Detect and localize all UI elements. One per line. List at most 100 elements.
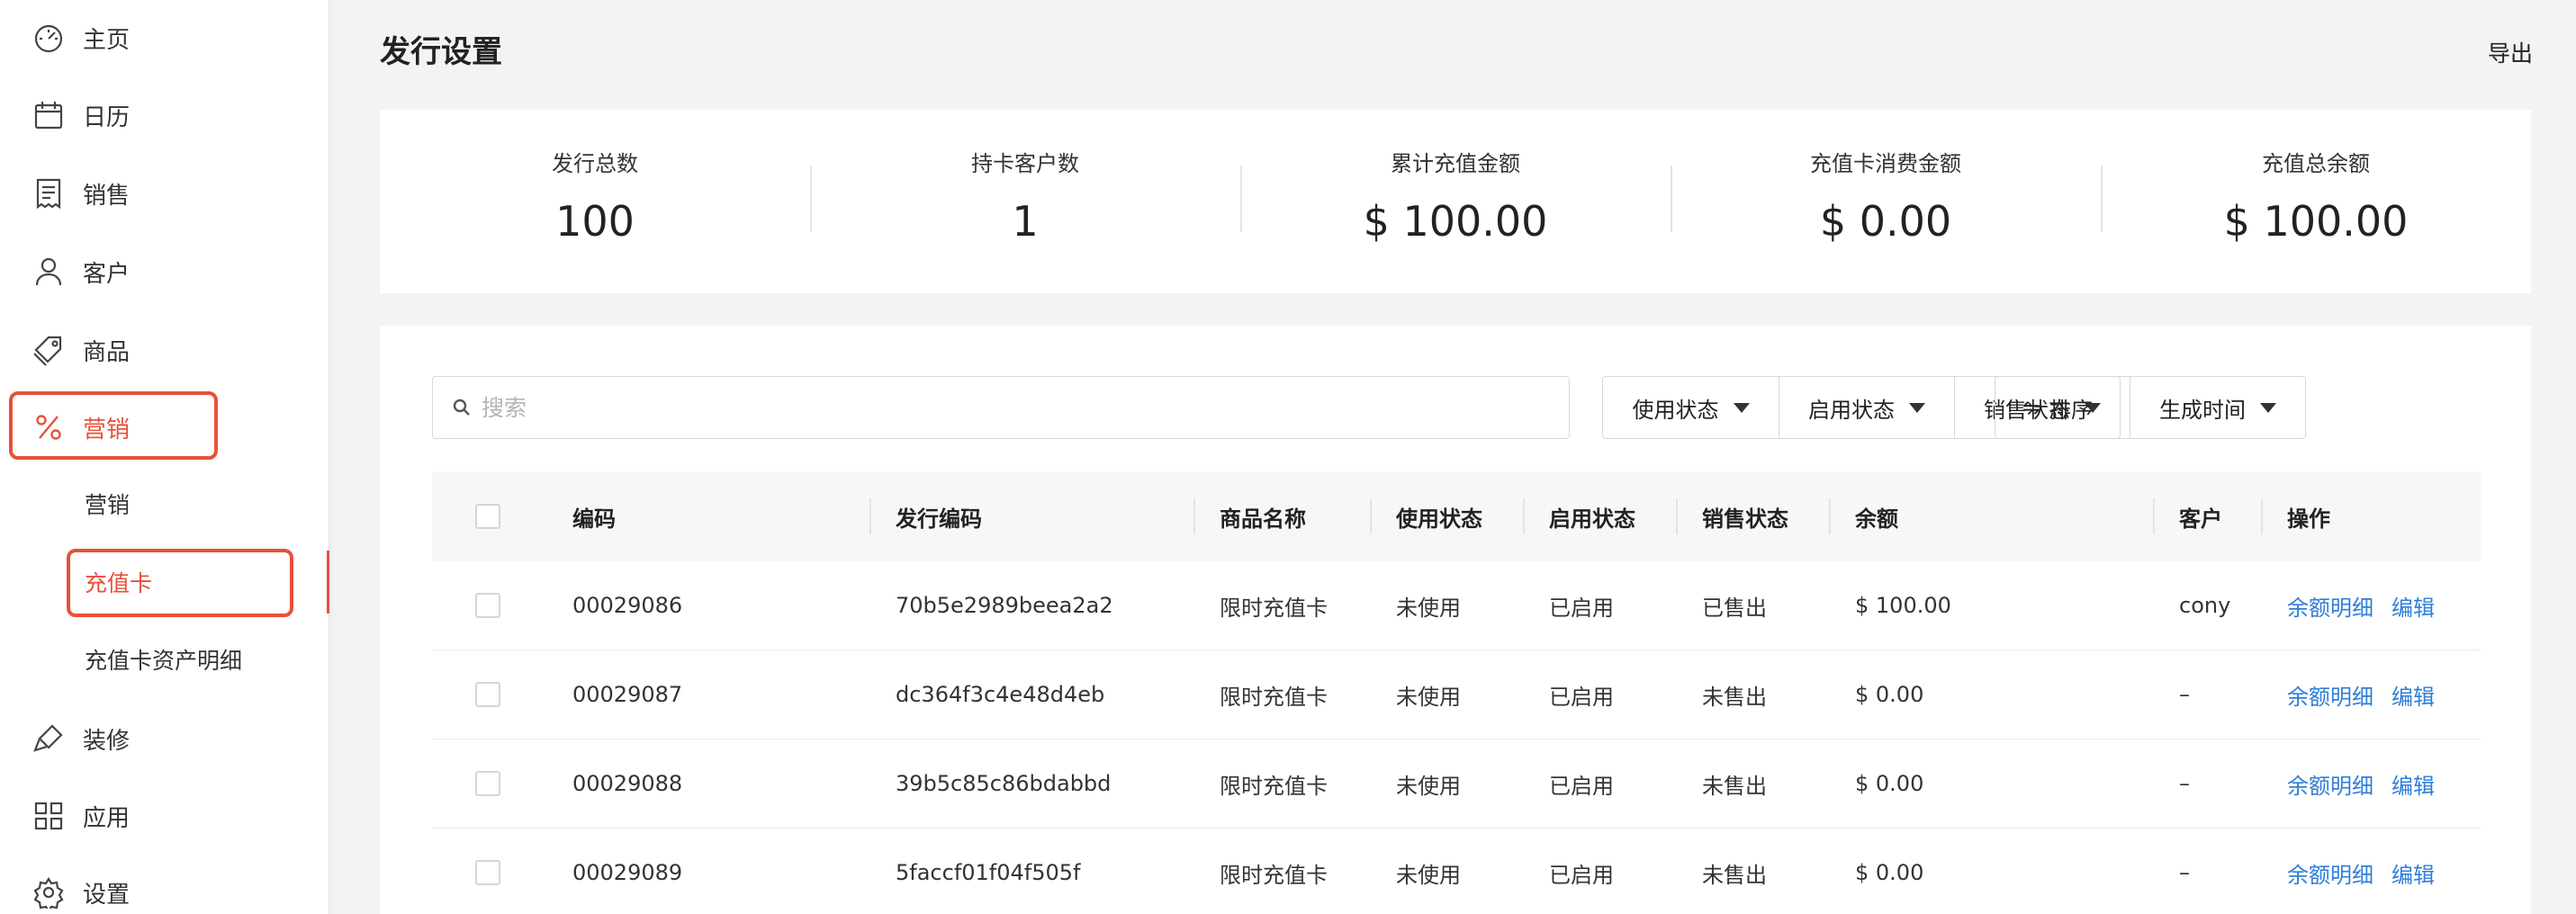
header-product: 商品名称 [1220, 506, 1306, 532]
cell-sale-status: 未售出 [1702, 862, 1767, 888]
cell-product: 限时充值卡 [1220, 684, 1328, 710]
select-all-checkbox[interactable] [475, 504, 500, 529]
sidebar-item-products[interactable]: 商品 [32, 323, 130, 377]
row-select-cell [475, 829, 500, 914]
cell-balance: $ 0.00 [1855, 860, 1924, 885]
cell-issue-code: 5faccf01f04f505f [896, 860, 1081, 885]
balance-detail-link[interactable]: 余额明细 [2287, 857, 2373, 889]
header-code: 编码 [572, 506, 616, 532]
sidebar-item-settings[interactable]: 设置 [32, 865, 130, 914]
sidebar-item-label: 设置 [83, 881, 131, 909]
header-balance: 余额 [1855, 506, 1898, 532]
column-divider [869, 498, 871, 534]
cell-balance: $ 100.00 [1855, 593, 1951, 618]
filter-use-status[interactable]: 使用状态 [1603, 377, 1779, 438]
cell-use-status: 未使用 [1396, 773, 1461, 799]
header-sale-status: 销售状态 [1702, 506, 1788, 532]
balance-detail-link[interactable]: 余额明细 [2287, 679, 2373, 711]
cell-use-status: 未使用 [1396, 595, 1461, 621]
search-input[interactable] [482, 394, 1544, 421]
sort-icon: ⇋ [2022, 395, 2041, 420]
stat-label: 累计充值金额 [1391, 151, 1520, 176]
card-list-panel: 使用状态 启用状态 销售状态 生成时间 ⇋ 排序 编码 发行编码 商品名称 [380, 326, 2531, 914]
stat-label: 充值卡消费金额 [1810, 151, 1961, 176]
cell-sale-status: 未售出 [1702, 773, 1767, 799]
cell-code: 00029089 [572, 860, 683, 885]
sidebar-item-decoration[interactable]: 装修 [32, 712, 130, 766]
sort-button[interactable]: ⇋ 排序 [1995, 376, 2121, 439]
sidebar-subitem-recharge-card[interactable]: 充值卡 [85, 560, 152, 605]
sidebar-item-label: 客户 [83, 260, 131, 288]
stat-label: 充值总余额 [2262, 151, 2370, 176]
cell-actions: 余额明细 编辑 [2287, 561, 2453, 650]
dashboard-icon [32, 22, 65, 54]
user-icon [32, 255, 65, 288]
cell-customer: – [2179, 771, 2190, 796]
apps-icon [32, 800, 65, 832]
cell-sale-status: 已售出 [1702, 595, 1767, 621]
cell-balance: $ 0.00 [1855, 771, 1924, 796]
cell-use-status: 未使用 [1396, 684, 1461, 710]
receipt-icon [32, 177, 65, 210]
sidebar-item-sales[interactable]: 销售 [32, 166, 130, 220]
caret-down-icon [2260, 402, 2276, 413]
cell-issue-code: dc364f3c4e48d4eb [896, 682, 1105, 707]
edit-link[interactable]: 编辑 [2391, 590, 2435, 622]
sidebar-item-customers[interactable]: 客户 [32, 245, 130, 299]
sidebar-item-marketing[interactable]: 营销 [32, 400, 130, 454]
cell-actions: 余额明细 编辑 [2287, 650, 2453, 739]
sidebar-subitem-label: 充值卡资产明细 [85, 648, 243, 674]
stat-label: 持卡客户数 [971, 151, 1079, 176]
row-checkbox[interactable] [475, 593, 500, 618]
row-checkbox[interactable] [475, 860, 500, 885]
sidebar: 主页 日历 销售 客户 商品 营销 营销 充值卡 充值卡资产明细 装修 应用 设… [0, 0, 329, 914]
column-divider [1676, 498, 1678, 534]
cell-issue-code: 39b5c85c86bdabbd [896, 771, 1112, 796]
cell-code: 00029087 [572, 682, 683, 707]
column-divider [2153, 498, 2155, 534]
stat-total-recharge: 累计充值金额 $ 100.00 [1240, 110, 1671, 293]
row-checkbox[interactable] [475, 682, 500, 707]
sidebar-item-label: 日历 [83, 103, 131, 131]
filter-created-time[interactable]: 生成时间 [2130, 377, 2305, 438]
column-divider [1829, 498, 1831, 534]
active-indicator [327, 551, 329, 614]
stat-cardholders: 持卡客户数 1 [810, 110, 1240, 293]
cell-enable-status: 已启用 [1549, 684, 1614, 710]
sidebar-item-label: 应用 [83, 804, 131, 832]
sidebar-item-label: 商品 [83, 338, 131, 366]
cell-enable-status: 已启用 [1549, 595, 1614, 621]
sidebar-subitem-marketing[interactable]: 营销 [85, 481, 130, 526]
row-checkbox[interactable] [475, 771, 500, 796]
balance-detail-link[interactable]: 余额明细 [2287, 590, 2373, 622]
sidebar-item-home[interactable]: 主页 [32, 11, 130, 65]
filter-label: 生成时间 [2159, 397, 2246, 423]
filter-enable-status[interactable]: 启用状态 [1779, 377, 1954, 438]
cell-sale-status: 未售出 [1702, 684, 1767, 710]
filter-label: 启用状态 [1808, 397, 1895, 423]
header-use-status: 使用状态 [1396, 506, 1482, 532]
edit-link[interactable]: 编辑 [2391, 679, 2435, 711]
cell-customer: cony [2179, 593, 2231, 618]
sidebar-item-apps[interactable]: 应用 [32, 789, 130, 843]
balance-detail-link[interactable]: 余额明细 [2287, 768, 2373, 800]
sidebar-subitem-card-asset-details[interactable]: 充值卡资产明细 [85, 637, 242, 682]
tag-icon [32, 334, 65, 366]
page-title: 发行设置 [380, 34, 502, 70]
caret-down-icon [1909, 402, 1925, 413]
sidebar-item-calendar[interactable]: 日历 [32, 88, 130, 142]
edit-link[interactable]: 编辑 [2391, 768, 2435, 800]
sidebar-item-label: 主页 [83, 26, 131, 54]
export-button[interactable]: 导出 [2488, 36, 2533, 68]
search-box [432, 376, 1570, 439]
cell-issue-code: 70b5e2989beea2a2 [896, 593, 1113, 618]
table-row: 00029086 70b5e2989beea2a2 限时充值卡 未使用 已启用 … [432, 561, 2481, 650]
caret-down-icon [1733, 402, 1750, 413]
sidebar-item-label: 销售 [83, 182, 131, 210]
stat-label: 发行总数 [552, 151, 638, 176]
edit-link[interactable]: 编辑 [2391, 857, 2435, 889]
column-divider [2261, 498, 2263, 534]
search-icon [451, 397, 473, 418]
table-row: 00029089 5faccf01f04f505f 限时充值卡 未使用 已启用 … [432, 829, 2481, 914]
stat-total-balance: 充值总余额 $ 100.00 [2101, 110, 2531, 293]
